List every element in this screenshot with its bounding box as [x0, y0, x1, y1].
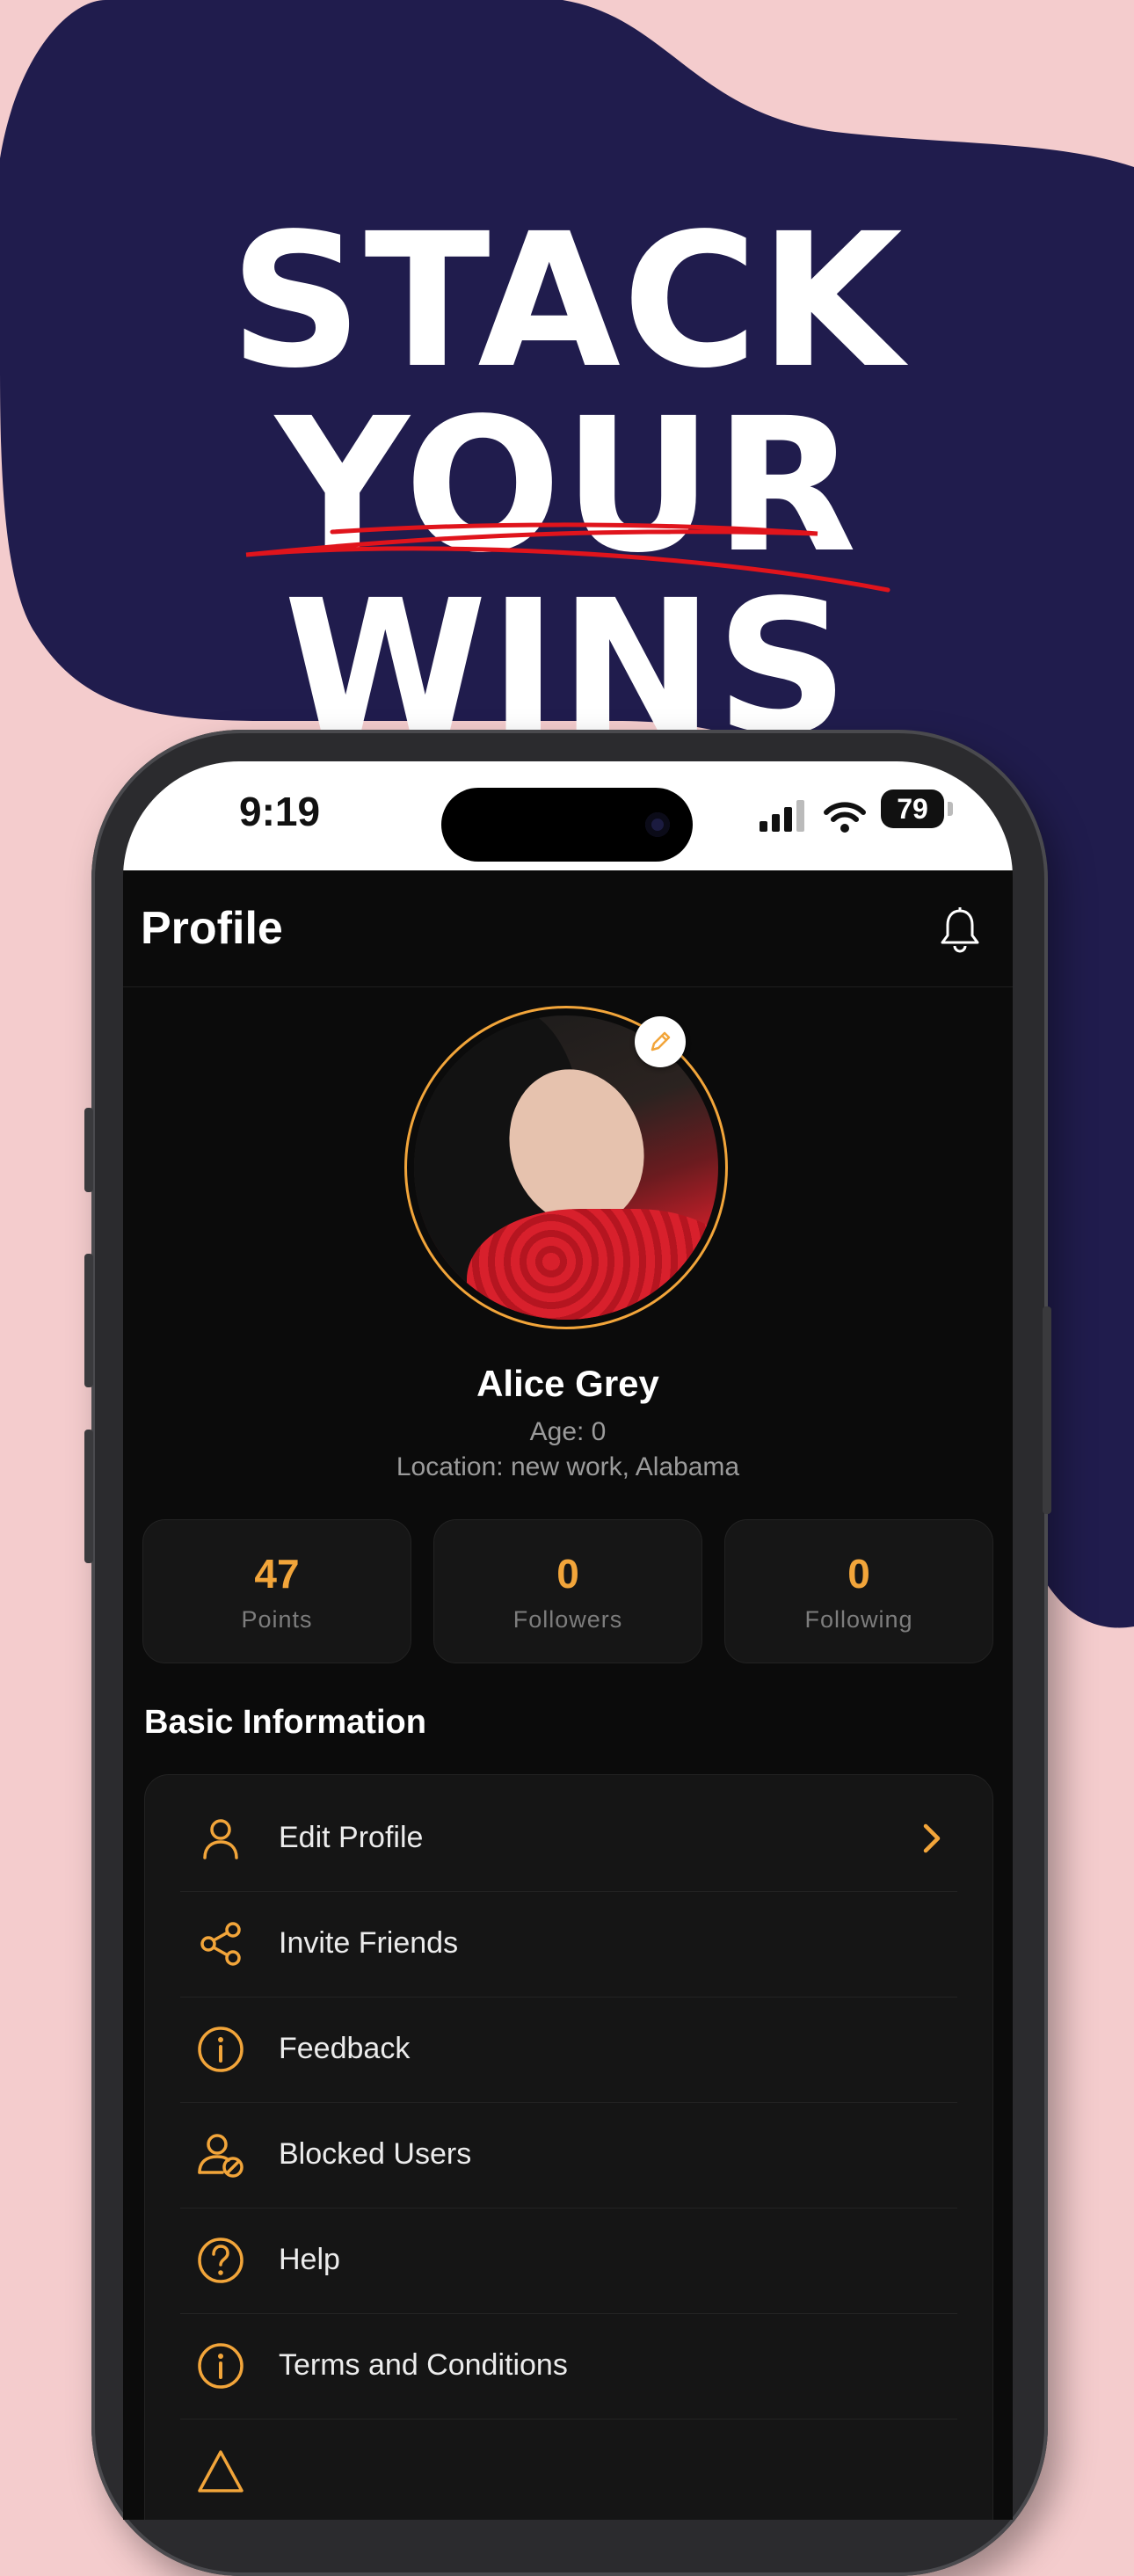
- menu-item-partial[interactable]: [180, 2419, 957, 2520]
- bell-icon[interactable]: [939, 906, 981, 955]
- menu-item-invite-friends[interactable]: Invite Friends: [180, 1891, 957, 1997]
- settings-menu: Edit Profile Invite Friends Feedback Blo…: [144, 1774, 993, 2520]
- user-icon: [203, 1819, 238, 1859]
- menu-label: Edit Profile: [279, 1821, 424, 1854]
- menu-label: Terms and Conditions: [279, 2348, 568, 2382]
- stat-card-following[interactable]: 0 Following: [724, 1519, 993, 1663]
- stat-label: Following: [804, 1606, 913, 1633]
- stat-card-points[interactable]: 47 Points: [142, 1519, 411, 1663]
- info-icon: [198, 2027, 244, 2072]
- menu-item-help[interactable]: Help: [180, 2208, 957, 2314]
- menu-label: Feedback: [279, 2032, 411, 2065]
- page-title: Profile: [141, 903, 283, 954]
- section-title: Basic Information: [144, 1704, 426, 1741]
- battery-indicator: 79: [881, 790, 944, 828]
- menu-item-blocked-users[interactable]: Blocked Users: [180, 2102, 957, 2209]
- warning-icon: [198, 2450, 244, 2492]
- app-header: Profile: [123, 870, 1013, 987]
- phone-screen: 9:19 79 Profile Alice Grey Age: 0 Locati…: [123, 761, 1013, 2520]
- battery-tip: [948, 802, 953, 816]
- status-time: 9:19: [239, 789, 321, 834]
- stat-card-followers[interactable]: 0 Followers: [433, 1519, 702, 1663]
- dynamic-island: [441, 788, 693, 862]
- share-icon: [200, 1922, 241, 1966]
- phone-action-button: [84, 1108, 93, 1192]
- menu-item-feedback[interactable]: Feedback: [180, 1997, 957, 2103]
- phone-power-button: [1043, 1306, 1051, 1514]
- menu-item-terms[interactable]: Terms and Conditions: [180, 2313, 957, 2420]
- stat-label: Followers: [512, 1606, 623, 1633]
- user-location: Location: new work, Alabama: [396, 1452, 740, 1481]
- headline-line-1: STACK: [229, 193, 905, 409]
- chevron-right-icon: [923, 1823, 941, 1853]
- user-block-icon: [198, 2134, 244, 2178]
- stat-value: 0: [556, 1551, 579, 1597]
- menu-label: Invite Friends: [279, 1926, 459, 1960]
- help-icon: [198, 2238, 244, 2283]
- pencil-icon: [651, 1031, 671, 1052]
- phone-volume-down-button: [84, 1430, 93, 1563]
- user-name: Alice Grey: [476, 1363, 659, 1404]
- menu-label: Help: [279, 2243, 340, 2276]
- stat-label: Points: [241, 1606, 313, 1633]
- menu-item-edit-profile[interactable]: Edit Profile: [180, 1786, 957, 1892]
- stat-value: 0: [847, 1551, 870, 1597]
- menu-label: Blocked Users: [279, 2137, 472, 2171]
- status-bar: 9:19 79: [123, 761, 1013, 870]
- user-age: Age: 0: [529, 1417, 607, 1446]
- phone-volume-up-button: [84, 1254, 93, 1387]
- info-icon: [198, 2343, 244, 2389]
- stat-value: 47: [254, 1551, 300, 1597]
- edit-avatar-button[interactable]: [635, 1016, 686, 1067]
